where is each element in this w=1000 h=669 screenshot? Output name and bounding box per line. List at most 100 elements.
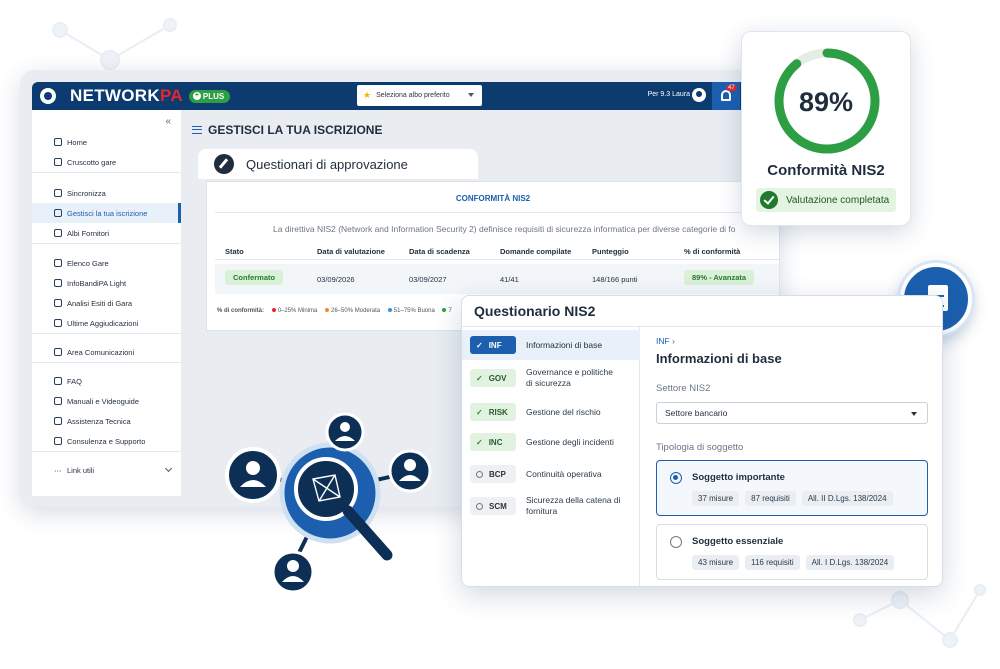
- notifications-button[interactable]: 47: [712, 82, 740, 110]
- cell-scadenza: 03/09/2027: [409, 275, 447, 284]
- questionnaire-steps: ✓ INF Informazioni di base ✓ GOV Governanc…: [462, 327, 640, 586]
- user-node-icon: [325, 412, 365, 452]
- top-bar: NETWORKPA + PLUS ★ Seleziona albo preferi…: [32, 82, 780, 110]
- albo-preferito-select[interactable]: ★ Seleziona albo preferito: [357, 85, 482, 106]
- sidebar-item-albi-fornitori[interactable]: Albi Fornitori: [32, 223, 181, 243]
- sidebar-item-home[interactable]: Home: [32, 132, 181, 152]
- sidebar-item-aggiudicazioni[interactable]: Ultime Aggiudicazioni: [32, 313, 181, 333]
- home-icon: [54, 138, 62, 146]
- step-inf[interactable]: ✓ INF Informazioni di base: [462, 330, 640, 360]
- sidebar-item-sincronizza[interactable]: Sincronizza: [32, 183, 181, 203]
- sidebar-item-infobandipa[interactable]: InfoBandiPA Light: [32, 273, 181, 293]
- section-content: INF › Informazioni di base Settore NIS2 …: [656, 336, 928, 580]
- network-search-illustration: [225, 412, 432, 594]
- chat-icon: [54, 437, 62, 445]
- col-punteggio: Punteggio: [592, 247, 629, 256]
- tag-allegato: All. II D.Lgs. 138/2024: [801, 491, 893, 506]
- nav-group-comunicazioni: Area Comunicazioni: [32, 342, 181, 363]
- option-soggetto-essenziale[interactable]: Soggetto essenziale 43 misure 116 requis…: [656, 524, 928, 580]
- chevron-down-icon: [468, 93, 474, 97]
- help-icon: [54, 377, 62, 385]
- nav-group-supporto: FAQ Manuali e Videoguide Assistenza Tecn…: [32, 371, 181, 452]
- sidebar-item-link-utili[interactable]: ⋯ Link utili: [32, 460, 181, 480]
- check-icon: ✓: [476, 340, 483, 350]
- table-row[interactable]: Confermato 03/09/2026 03/09/2027 41/41 1…: [215, 264, 779, 294]
- sidebar-item-gestisci-iscrizione[interactable]: Gestisci la tua iscrizione: [32, 203, 181, 223]
- nav-group-iscrizione: Sincronizza Gestisci la tua iscrizione A…: [32, 183, 181, 244]
- star-icon: ★: [363, 90, 372, 100]
- sidebar: « Home Cruscotto gare Sincronizza Gestis…: [32, 110, 181, 496]
- section-title: Informazioni di base: [656, 351, 782, 366]
- questionnaire-title: Questionario NIS2: [474, 303, 596, 319]
- conformity-badge: 89% - Avanzata: [684, 270, 755, 285]
- user-label: Per 9.3 Laura: [647, 91, 690, 98]
- breadcrumb[interactable]: INF ›: [656, 336, 928, 346]
- col-scadenza: Data di scadenza: [409, 247, 470, 256]
- pencil-icon: [214, 154, 234, 174]
- dashboard-icon: [54, 158, 62, 166]
- user-avatar-icon[interactable]: [692, 88, 706, 102]
- conformity-legend: % di conformità: 0–25% Minima 26–50% Mod…: [217, 308, 452, 314]
- notification-count-badge: 47: [726, 85, 737, 91]
- sidebar-item-analisi-esiti[interactable]: Analisi Esiti di Gara: [32, 293, 181, 313]
- page-title: GESTISCI LA TUA ISCRIZIONE: [192, 123, 382, 137]
- list-icon: [192, 126, 202, 134]
- chevron-down-icon: [164, 464, 173, 473]
- nav-group-main: Home Cruscotto gare: [32, 132, 181, 173]
- check-circle-icon: [760, 191, 778, 209]
- conformity-card: 89% Conformità NIS2 Valutazione completa…: [741, 31, 911, 226]
- step-bcp[interactable]: BCP Continuità operativa: [470, 465, 638, 483]
- sidebar-item-consulenza[interactable]: Consulenza e Supporto: [32, 431, 181, 451]
- tag-misure: 37 misure: [692, 491, 740, 506]
- sidebar-item-elenco-gare[interactable]: Elenco Gare: [32, 253, 181, 273]
- sidebar-item-manuali[interactable]: Manuali e Videoguide: [32, 391, 181, 411]
- sidebar-item-faq[interactable]: FAQ: [32, 371, 181, 391]
- sidebar-item-comunicazioni[interactable]: Area Comunicazioni: [32, 342, 181, 362]
- circle-icon: [476, 502, 483, 510]
- book-icon: [54, 229, 62, 237]
- logo-icon: [40, 88, 56, 104]
- brand-logo[interactable]: NETWORKPA: [70, 86, 183, 106]
- option-soggetto-importante[interactable]: Soggetto importante 37 misure 87 requisi…: [656, 460, 928, 516]
- settore-select[interactable]: Settore bancario: [656, 402, 928, 424]
- trophy-icon: [54, 319, 62, 327]
- radio-unselected[interactable]: [670, 536, 682, 548]
- panel-description: La direttiva NIS2 (Network and Informati…: [273, 224, 736, 234]
- circle-icon: [476, 470, 483, 478]
- nis2-questionnaire-card: Questionario NIS2 ✓ INF Informazioni di b…: [461, 295, 943, 587]
- tipologia-label: Tipologia di soggetto: [656, 442, 744, 453]
- radio-selected[interactable]: [670, 472, 682, 484]
- check-icon: ✓: [476, 407, 483, 417]
- plus-badge: + PLUS: [188, 89, 231, 103]
- conformity-title: Conformità NIS2: [767, 162, 885, 179]
- user-node-icon: [271, 550, 315, 594]
- panel-title: CONFORMITÀ NIS2: [455, 194, 531, 203]
- check-icon: ✓: [476, 437, 483, 447]
- evaluation-status-badge: Valutazione completata: [756, 188, 896, 212]
- step-risk[interactable]: ✓ RISK Gestione del rischio: [470, 403, 638, 421]
- tab-questionari[interactable]: Questionari di approvazione: [198, 149, 478, 179]
- tools-icon: [54, 417, 62, 425]
- col-valutazione: Data di valutazione: [317, 247, 385, 256]
- cell-valutazione: 03/09/2026: [317, 275, 355, 284]
- cell-punteggio: 148/166 punti: [592, 275, 638, 284]
- table-header: Stato Data di valutazione Data di scaden…: [215, 244, 779, 260]
- user-node-icon: [388, 449, 432, 493]
- tag-requisiti: 116 requisiti: [745, 555, 800, 570]
- user-node-icon: [225, 447, 281, 503]
- mail-icon: [54, 348, 62, 356]
- col-domande: Domande compilate: [500, 247, 572, 256]
- sidebar-item-cruscotto[interactable]: Cruscotto gare: [32, 152, 181, 172]
- step-inc[interactable]: ✓ INC Gestione degli incidenti: [470, 433, 638, 451]
- sidebar-item-assistenza[interactable]: Assistenza Tecnica: [32, 411, 181, 431]
- cell-domande: 41/41: [500, 275, 519, 284]
- tag-requisiti: 87 requisiti: [745, 491, 796, 506]
- status-badge: Confermato: [225, 270, 284, 285]
- gavel-icon: [54, 259, 62, 267]
- sync-icon: [54, 189, 62, 197]
- conformity-value: 89%: [798, 87, 854, 117]
- check-icon: ✓: [476, 373, 483, 383]
- step-scm[interactable]: SCM Sicurezza della catena di fornitura: [470, 495, 638, 517]
- step-gov[interactable]: ✓ GOV Governance e politiche di sicurezza: [470, 367, 638, 389]
- collapse-sidebar-icon[interactable]: «: [165, 116, 171, 127]
